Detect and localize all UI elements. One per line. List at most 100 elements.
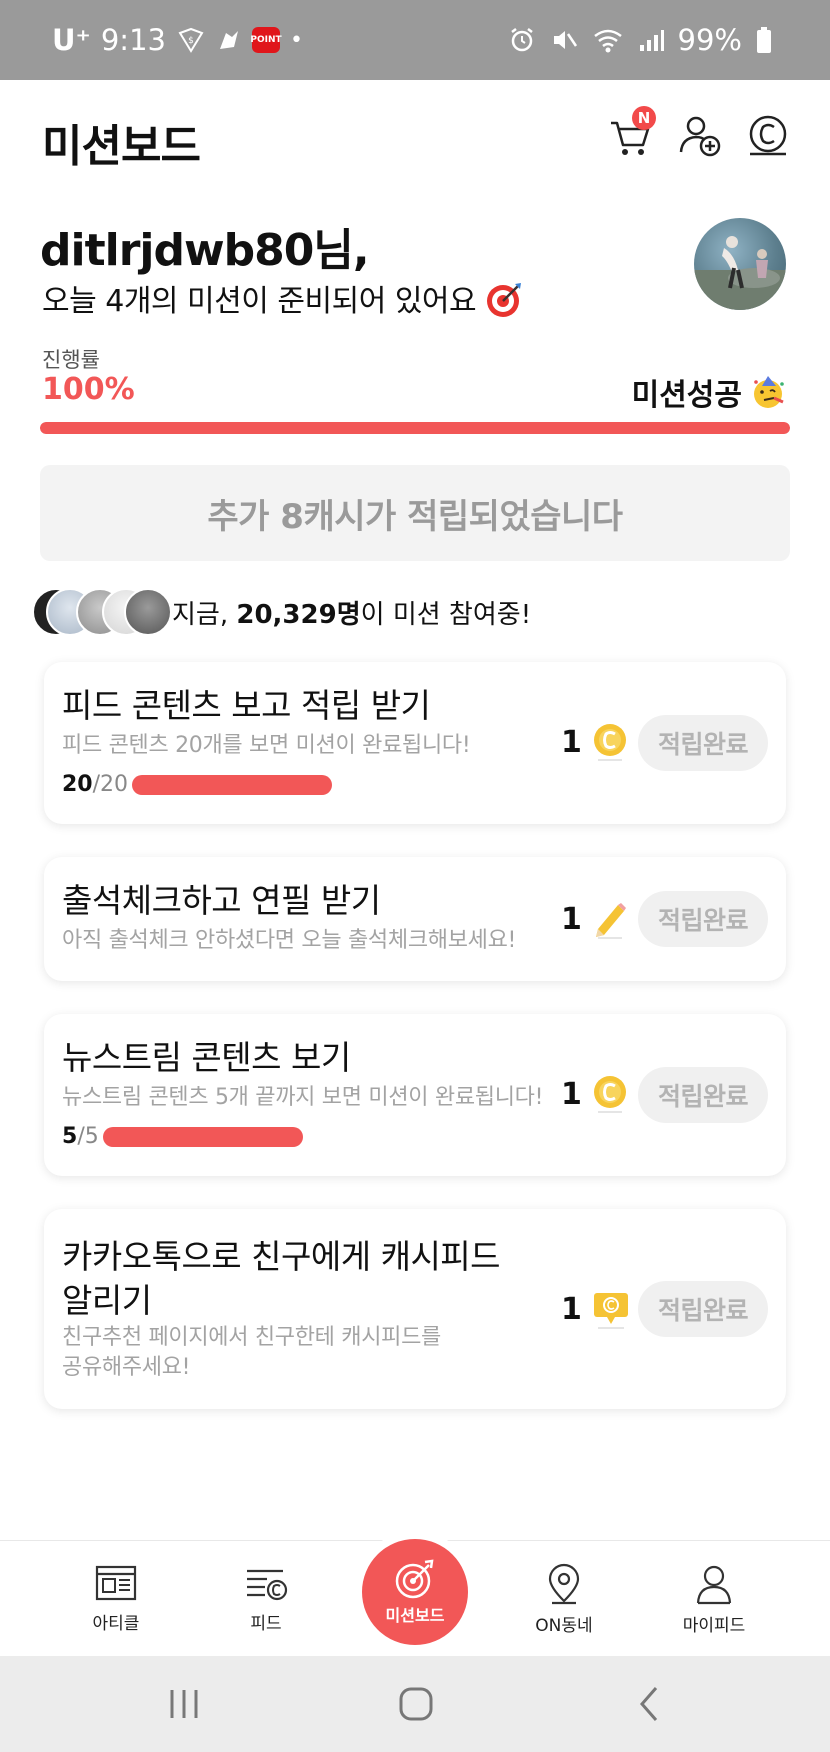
wifi-icon (592, 26, 624, 54)
mute-icon (550, 26, 578, 54)
party-face-icon (754, 376, 784, 408)
app-notification-icon (216, 27, 242, 53)
battery-icon (756, 26, 772, 54)
mission-progress-total: /5 (77, 1124, 99, 1149)
greeting-subtitle: 오늘 4개의 미션이 준비되어 있어요 (42, 276, 523, 320)
nav-missionboard[interactable]: 미션보드 (362, 1539, 468, 1645)
mission-reward: 1 (561, 1289, 630, 1329)
back-button[interactable] (620, 1678, 680, 1730)
coupon-icon (593, 1293, 628, 1329)
mission-progress: 20/20 (62, 772, 333, 797)
reward-claimed-button[interactable]: 적립완료 (638, 1281, 768, 1337)
progress-label: 진행률 (42, 348, 100, 372)
feed-icon (247, 1569, 288, 1601)
coin-icon (593, 1076, 626, 1113)
mission-card-feed[interactable]: 피드 콘텐츠 보고 적립 받기 피드 콘텐츠 20개를 보면 미션이 완료됩니다… (44, 662, 786, 824)
mission-desc-line2: 공유해주세요! (62, 1355, 191, 1380)
target-icon (487, 283, 522, 317)
mission-title-line1: 카카오톡으로 친구에게 캐시피드 (62, 1237, 501, 1276)
cart-button[interactable]: N (604, 106, 656, 162)
mission-desc-line1: 친구추천 페이지에서 친구한테 캐시피드를 (62, 1325, 442, 1350)
recent-apps-button[interactable] (154, 1678, 214, 1730)
reward-amount: 1 (561, 901, 582, 937)
page-title: 미션보드 (42, 121, 201, 172)
home-icon (399, 1687, 433, 1721)
mission-desc: 아직 출석체크 안하셨다면 오늘 출석체크해보세요! (62, 928, 517, 953)
mission-card-invite[interactable]: 카카오톡으로 친구에게 캐시피드 알리기 친구추천 페이지에서 친구한테 캐시피… (44, 1209, 786, 1409)
target-icon (395, 1559, 434, 1599)
mission-title: 출석체크하고 연필 받기 (62, 881, 381, 920)
reward-claimed-button[interactable]: 적립완료 (638, 715, 768, 771)
reward-claimed-button[interactable]: 적립완료 (638, 1067, 768, 1123)
cash-coin-icon (749, 115, 787, 156)
reward-amount: 1 (561, 724, 582, 760)
mission-progress-current: 5 (62, 1124, 78, 1149)
more-dot-icon: • (289, 27, 303, 53)
mission-success-label: 미션성공 (631, 378, 742, 413)
participants-suffix: 이 미션 참여중! (360, 599, 532, 630)
pencil-icon (595, 903, 626, 939)
signal-icon (638, 27, 664, 53)
participants-prefix: 지금, (172, 599, 237, 630)
mission-desc: 피드 콘텐츠 20개를 보면 미션이 완료됩니다! (62, 733, 471, 758)
nav-article[interactable]: 아티클 (66, 1563, 166, 1634)
progress-bar-fill (40, 422, 790, 434)
recent-apps-icon (170, 1690, 198, 1718)
extra-cash-notice: 추가 8캐시가 적립되었습니다 (40, 465, 790, 561)
mission-desc: 뉴스트림 콘텐츠 5개 끝까지 보면 미션이 완료됩니다! (62, 1085, 544, 1110)
clock: 9:13 (100, 23, 166, 57)
mission-title: 피드 콘텐츠 보고 적립 받기 (62, 686, 431, 725)
mission-progress-bar (132, 774, 333, 795)
mission-desc: 친구추천 페이지에서 친구한테 캐시피드를 공유해주세요! (62, 1323, 441, 1383)
mission-title-line2: 알리기 (62, 1281, 152, 1320)
alarm-icon (508, 26, 536, 54)
participants-text: 지금, 20,329명이 미션 참여중! (172, 594, 531, 631)
mission-title: 카카오톡으로 친구에게 캐시피드 알리기 (62, 1235, 501, 1323)
system-nav-bar (0, 1656, 830, 1752)
participant-avatar (124, 588, 172, 636)
carrier-label: U⁺ (52, 23, 91, 57)
app-header: 미션보드 N (0, 80, 830, 198)
cash-button[interactable] (742, 110, 794, 162)
location-pin-icon (548, 1563, 580, 1605)
greeting-subtitle-text: 오늘 4개의 미션이 준비되어 있어요 (42, 284, 477, 319)
mission-reward: 1 (561, 1074, 628, 1114)
profile-avatar[interactable] (694, 218, 786, 310)
mission-card-attendance[interactable]: 출석체크하고 연필 받기 아직 출석체크 안하셨다면 오늘 출석체크해보세요! … (44, 857, 786, 981)
nav-on-neighborhood[interactable]: ON동네 (514, 1563, 614, 1636)
nav-feed[interactable]: 피드 (216, 1563, 316, 1634)
mission-success: 미션성공 (632, 370, 786, 414)
user-greeting-name: ditlrjdwb80님, (40, 225, 370, 276)
nav-article-label: 아티클 (92, 1614, 140, 1634)
supercash-icon: $ (176, 27, 206, 53)
reward-claimed-button[interactable]: 적립완료 (638, 891, 768, 947)
mission-card-newstream[interactable]: 뉴스트림 콘텐츠 보기 뉴스트림 콘텐츠 5개 끝까지 보면 미션이 완료됩니다… (44, 1014, 786, 1176)
mission-reward: 1 (561, 899, 628, 939)
reward-amount: 1 (561, 1076, 582, 1112)
article-icon (95, 1565, 137, 1601)
mission-title: 뉴스트림 콘텐츠 보기 (62, 1038, 351, 1077)
mission-progress-current: 20 (62, 772, 93, 797)
participants-row: 지금, 20,329명이 미션 참여중! (32, 586, 531, 638)
person-icon (696, 1565, 732, 1605)
nav-myfeed-label: 마이피드 (682, 1616, 746, 1636)
add-friend-button[interactable] (674, 110, 726, 162)
nav-feed-label: 피드 (250, 1614, 282, 1634)
bottom-nav: 아티클 피드 미션보드 ON동네 마이피드 (0, 1539, 830, 1656)
battery-percent: 99% (677, 23, 742, 57)
mission-reward: 1 (561, 722, 628, 762)
progress-bar (40, 422, 790, 434)
mission-progress: 5/5 (62, 1124, 303, 1149)
mission-progress-total: /20 (92, 772, 129, 797)
cart-new-badge: N (632, 106, 656, 130)
mission-progress-bar (102, 1126, 303, 1147)
svg-text:$: $ (188, 36, 194, 46)
progress-percent: 100% (42, 372, 135, 407)
home-button[interactable] (386, 1678, 446, 1730)
back-icon (640, 1687, 658, 1721)
point-icon: POINT (250, 27, 282, 53)
nav-myfeed[interactable]: 마이피드 (664, 1563, 764, 1636)
nav-missionboard-label: 미션보드 (385, 1606, 445, 1625)
nav-on-neighborhood-label: ON동네 (535, 1616, 593, 1636)
participants-count: 20,329명 (236, 599, 361, 630)
